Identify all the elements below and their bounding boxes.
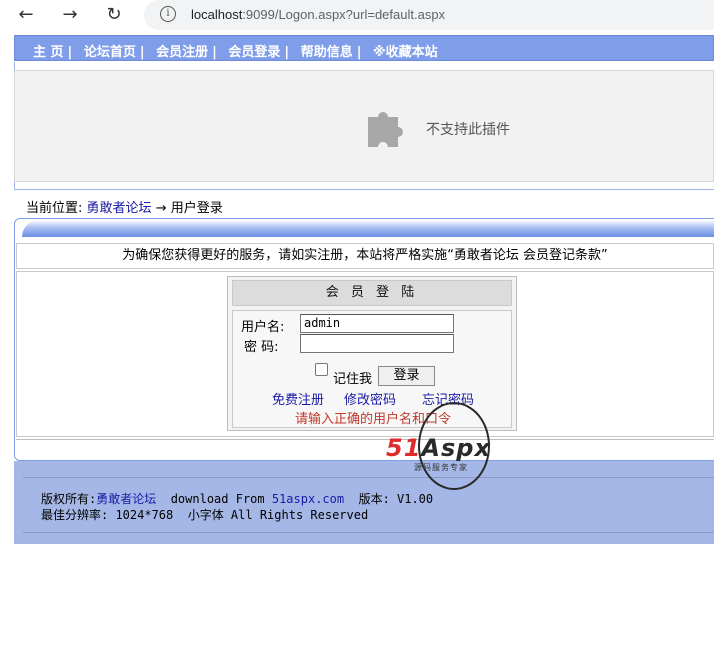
top-nav-items: 主 页 | 论坛首页 | 会员注册 | 会员登录 | 帮助信息 | ※收藏本站 (33, 41, 442, 60)
username-label: 用户名: (241, 320, 285, 335)
login-button[interactable]: 登录 (378, 366, 435, 386)
nav-login[interactable]: 会员登录 (228, 45, 280, 60)
password-label: 密 码: (244, 340, 279, 355)
nav-home[interactable]: 主 页 (33, 45, 64, 60)
nav-separator: | (284, 45, 290, 60)
watermark-brand-51: 51 (386, 434, 422, 462)
top-navigation: 主 页 | 论坛首页 | 会员注册 | 会员登录 | 帮助信息 | ※收藏本站 (14, 35, 714, 61)
puzzle-piece-icon (368, 112, 403, 147)
watermark-logo: 51Aspx 源码服务专家 (386, 402, 516, 494)
url-path: :9099/Logon.aspx?url=default.aspx (242, 7, 446, 22)
reload-icon[interactable]: ↻ (102, 4, 126, 26)
nav-help[interactable]: 帮助信息 (301, 45, 353, 60)
footer-copyright-link[interactable]: 勇敢者论坛 (96, 492, 156, 506)
password-input[interactable] (300, 334, 454, 353)
login-title: 会 员 登 陆 (232, 280, 512, 306)
breadcrumb-arrow: → (155, 201, 167, 216)
plugin-placeholder: 不支持此插件 (14, 70, 714, 182)
nav-separator: | (212, 45, 217, 60)
footer-download-text: download From (170, 492, 265, 506)
nav-forum-home[interactable]: 论坛首页 (84, 45, 136, 60)
username-input[interactable]: admin (300, 314, 454, 333)
remember-me-label: 记住我 (333, 372, 373, 387)
site-info-icon[interactable]: i (160, 6, 176, 22)
panel-header-bar (22, 220, 714, 237)
breadcrumb-prefix: 当前位置: (26, 201, 83, 216)
nav-separator: | (356, 45, 362, 60)
footer-copyright-line: 版权所有:勇敢者论坛 download From 51aspx.com 版本: … (41, 490, 433, 507)
nav-register[interactable]: 会员注册 (156, 45, 208, 60)
nav-separator: | (67, 45, 73, 60)
footer-copyright-prefix: 版权所有: (41, 492, 97, 506)
breadcrumb-current: 用户登录 (170, 201, 223, 216)
watermark-slogan: 源码服务专家 (414, 463, 468, 472)
nav-separator: | (139, 45, 145, 60)
footer-resolution: 最佳分辨率: 1024*768 (41, 508, 174, 522)
url-host: localhost (191, 7, 243, 22)
plugin-unsupported-text: 不支持此插件 (426, 122, 510, 138)
content-divider (16, 439, 714, 440)
watermark-brand-aspx: Aspx (421, 434, 491, 462)
watermark-brand: 51Aspx (386, 434, 491, 462)
footer-resolution-line: 最佳分辨率: 1024*768 小字体 All Rights Reserved (41, 506, 368, 523)
forward-arrow-icon[interactable]: → (58, 4, 82, 26)
plugin-bottom-border (14, 189, 714, 190)
url-text[interactable]: localhost:9099/Logon.aspx?url=default.as… (191, 7, 445, 22)
footer-rights: 小字体 All Rights Reserved (187, 508, 369, 522)
back-arrow-icon[interactable]: ← (14, 4, 38, 26)
footer-download-link[interactable]: 51aspx.com (272, 492, 344, 506)
breadcrumb-forum-link[interactable]: 勇敢者论坛 (87, 201, 152, 216)
breadcrumb: 当前位置: 勇敢者论坛 → 用户登录 (26, 197, 223, 216)
footer-top-rule (23, 477, 714, 478)
registration-notice: 为确保您获得更好的服务，请如实注册，本站将严格实施“勇敢者论坛 会员登记条款” (16, 243, 714, 269)
browser-toolbar: ← → ↻ i localhost:9099/Logon.aspx?url=de… (0, 0, 714, 30)
footer-bottom-rule (23, 532, 714, 533)
remember-me-checkbox[interactable] (315, 363, 328, 376)
free-register-link[interactable]: 免费注册 (272, 389, 324, 408)
nav-bookmark[interactable]: ※收藏本站 (373, 45, 438, 60)
footer-version: 版本: V1.00 (358, 492, 434, 506)
